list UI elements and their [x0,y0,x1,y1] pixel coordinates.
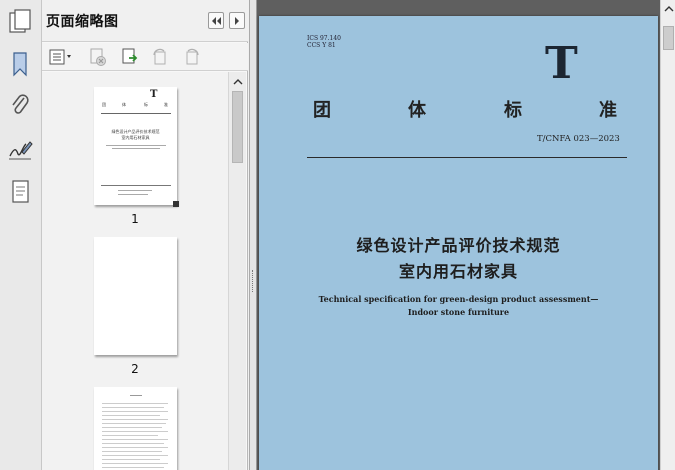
attachments-button[interactable] [4,90,36,122]
thumb3-text-line [130,395,142,396]
thumb1-text-line [106,145,166,146]
extract-page-icon [122,48,138,64]
extract-page-button[interactable] [120,47,140,67]
thumb1-org-4: 准 [164,102,168,107]
thumb3-text-line [102,415,160,416]
navigation-rail [0,0,42,470]
rotate-right-icon [186,48,199,65]
panel-options-button[interactable] [229,12,245,29]
document-page: ICS 97.140 CCS Y 81 T 团 体 标 准 T/CNFA 023… [259,16,658,470]
thumb3-text-line [102,407,164,408]
thumb3-text-line [102,455,168,456]
page-thumbnail-label-1: 1 [131,212,139,226]
thumb3-text-line [102,403,168,404]
ics-code: ICS 97.140 [307,35,341,42]
document-scroll-up-button[interactable] [661,2,675,16]
bookmarks-icon [13,52,27,77]
delete-page-button[interactable] [88,47,108,67]
content-button[interactable] [4,176,36,208]
title-cn-line2: 室内用石材家具 [398,262,518,281]
thumb1-bottom-rule [101,185,171,186]
rotate-left-button[interactable] [150,47,170,67]
standard-t-mark: T [545,38,578,89]
org-char-2: 体 [408,100,426,121]
chevron-up-icon [664,6,673,12]
header-rule [307,157,627,158]
thumb1-org-1: 团 [102,102,106,107]
ccs-code: CCS Y 81 [307,42,336,49]
document-scrollbar-thumb[interactable] [663,26,674,50]
thumb1-org-3: 标 [144,102,148,107]
page-thumbnail-1[interactable]: T 团 体 标 准 绿色设计产品评价技术规范 室内用石材家具 [94,87,179,207]
thumb3-text-line [102,435,158,436]
thumbnail-toolbar [42,43,248,71]
thumb3-text-line [102,451,162,452]
thumb1-t-mark: T [150,89,158,100]
thumb1-text-line [112,148,160,149]
org-char-4: 准 [599,100,617,121]
document-view: ICS 97.140 CCS Y 81 T 团 体 标 准 T/CNFA 023… [257,0,660,470]
thumb3-text-line [102,431,168,432]
rotate-right-button[interactable] [182,47,202,67]
page-thumbnail-label-2: 2 [131,362,139,376]
thumbnail-options-dropdown[interactable] [48,47,74,67]
content-icon [12,180,29,203]
thumb3-text-line [102,427,162,428]
title-en-line2: Indoor stone furniture [407,307,510,317]
scroll-up-button[interactable] [229,74,246,90]
page-thumbnails-panel: 页面缩略图 T 团 体 标 准 绿色设计产品评价技术规范 室内用石材家具 1 2 [42,0,248,470]
panel-splitter[interactable] [249,0,257,470]
thumb3-text-line [102,447,168,448]
pages-icon [9,9,31,33]
org-char-1: 团 [313,100,331,121]
signatures-button[interactable] [4,134,36,166]
thumb3-text-line [102,443,164,444]
delete-page-icon [90,48,106,66]
double-chevron-left-icon [212,16,221,25]
thumb3-text-line [102,419,168,420]
rotate-left-icon [153,48,166,65]
title-en-line1: Technical specification for green-design… [318,294,599,304]
thumb3-text-line [102,411,168,412]
splitter-grip[interactable] [252,270,254,292]
panel-header: 页面缩略图 [42,0,248,42]
standard-number: T/CNFA 023—2023 [537,134,620,144]
thumbnail-list: T 团 体 标 准 绿色设计产品评价技术规范 室内用石材家具 1 2 [42,72,228,470]
thumb1-text-line [118,194,148,195]
bookmarks-button[interactable] [4,48,36,80]
org-char-3: 标 [504,100,522,121]
thumb1-text-line [118,190,152,191]
thumb-resize-handle[interactable] [173,201,179,207]
collapse-panel-button[interactable] [208,12,224,29]
page-thumbnail-2[interactable] [94,237,177,355]
chevron-right-icon [235,16,239,25]
signatures-icon [9,141,33,160]
thumb1-rule [101,113,171,114]
page-thumbnails-button[interactable] [4,6,36,38]
scrollbar-thumb[interactable] [232,91,243,163]
thumb3-text-line [102,423,166,424]
panel-title: 页面缩略图 [46,14,119,30]
document-scrollbar[interactable] [660,0,675,470]
thumb3-text-line [102,459,160,460]
list-options-icon [49,49,71,65]
attachments-icon [12,94,29,114]
title-cn-line1: 绿色设计产品评价技术规范 [356,236,561,255]
thumbnail-scrollbar[interactable] [228,72,246,470]
thumb3-text-line [102,439,168,440]
page-thumbnail-3[interactable] [94,387,177,470]
thumb3-text-line [102,463,168,464]
thumb1-title-line2: 室内用石材家具 [121,135,150,140]
chevron-up-icon [233,79,242,85]
thumb1-org-2: 体 [122,102,126,107]
thumb3-text-line [102,467,164,468]
